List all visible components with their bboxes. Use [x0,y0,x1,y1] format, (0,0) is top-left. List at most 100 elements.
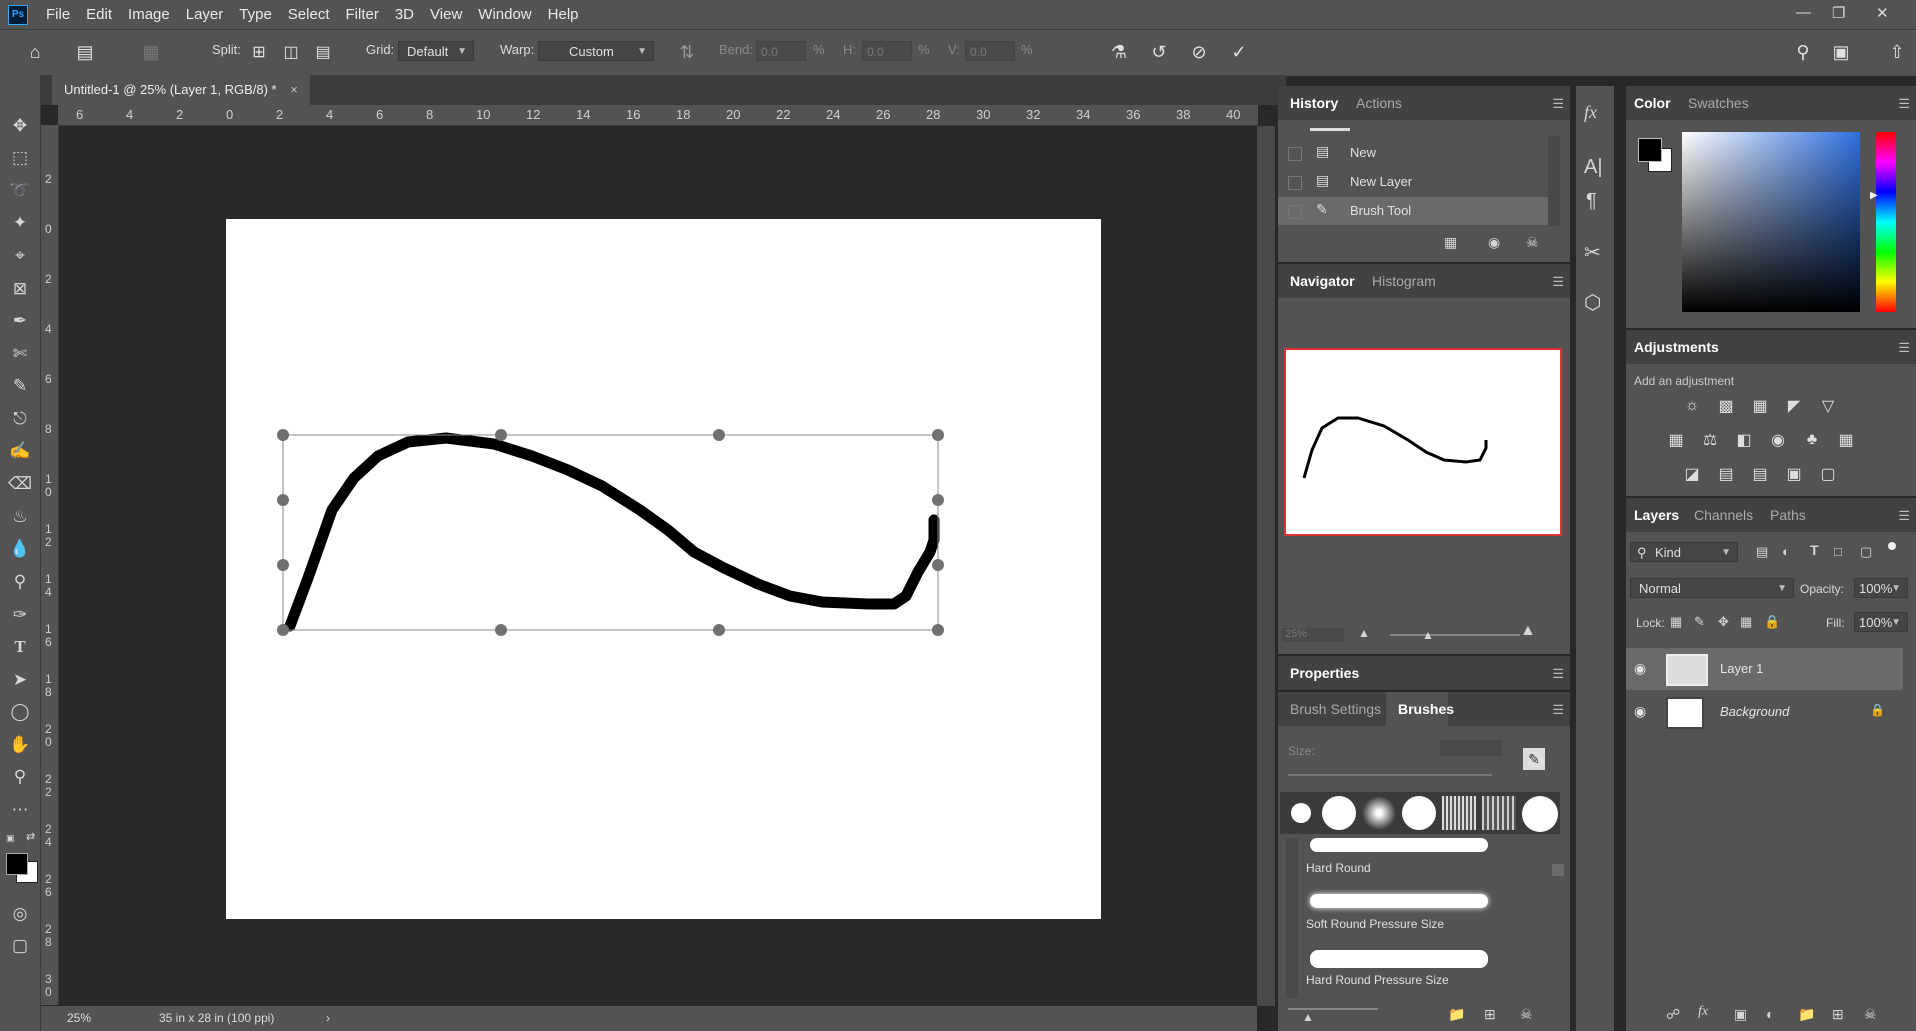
warp-handle[interactable] [495,429,507,441]
brush-preset-hard-round[interactable]: Hard Round [1306,834,1502,884]
brush-tip-texture[interactable] [1442,796,1476,830]
new-brush-icon[interactable]: ⊞ [1484,1006,1496,1023]
history-checkbox[interactable] [1288,147,1302,161]
warp-handle[interactable] [277,429,289,441]
invert-icon[interactable]: ◪ [1682,464,1702,484]
selective-color-icon[interactable]: ▣ [1784,464,1804,484]
photo-filter-icon[interactable]: ◉ [1768,430,1788,450]
brightness-contrast-icon[interactable]: ☼ [1682,396,1702,416]
tab-channels[interactable]: Channels [1694,507,1753,523]
3d-icon[interactable]: ⬡ [1584,290,1601,315]
history-item[interactable]: ▤ New [1278,139,1548,167]
brush-tip-hard-pressure[interactable] [1402,796,1436,830]
size-input[interactable] [1440,740,1502,756]
tab-color[interactable]: Color [1634,95,1671,111]
lock-image-icon[interactable]: ✎ [1694,614,1705,630]
add-mask-icon[interactable]: ▣ [1734,1006,1747,1023]
history-item[interactable]: ▤ New Layer [1278,168,1548,196]
panel-menu-icon[interactable]: ☰ [1552,666,1564,682]
exposure-icon[interactable]: ◤ [1784,396,1804,416]
layer-style-fx-icon[interactable]: fx [1698,1004,1708,1020]
channel-mixer-icon[interactable]: ♣ [1802,430,1822,450]
hue-saturation-icon[interactable]: ▦ [1666,430,1686,450]
warp-handle[interactable] [277,624,289,636]
threshold-icon[interactable]: ▤ [1750,464,1770,484]
filter-toggle-icon[interactable] [1888,542,1896,550]
levels-icon[interactable]: ▩ [1716,396,1736,416]
foreground-color-swatch[interactable] [1638,138,1662,162]
camera-icon[interactable]: ◉ [1488,234,1500,251]
trash-icon[interactable]: ☠ [1520,1006,1533,1023]
zoom-level[interactable]: 25% [67,1011,91,1025]
warp-handle[interactable] [495,624,507,636]
lock-transparent-icon[interactable]: ▦ [1670,614,1682,630]
brush-preset-hard-round-pressure[interactable]: Hard Round Pressure Size [1306,946,1502,996]
navigator-zoom-slider[interactable] [1390,634,1520,636]
trash-icon[interactable]: ☠ [1864,1006,1877,1023]
lock-artboard-icon[interactable]: ▦ [1740,614,1752,630]
panel-menu-icon[interactable]: ☰ [1898,340,1910,356]
tab-swatches[interactable]: Swatches [1688,95,1749,111]
warp-handle[interactable] [932,429,944,441]
new-document-from-state-icon[interactable]: ▦ [1444,234,1457,251]
color-balance-icon[interactable]: ⚖ [1700,430,1720,450]
brush-tip-hard[interactable] [1322,796,1356,830]
smart-object-filter-icon[interactable]: ▢ [1860,544,1872,560]
panel-menu-icon[interactable]: ☰ [1552,702,1564,718]
warp-handle[interactable] [932,559,944,571]
vibrance-icon[interactable]: ▽ [1818,396,1838,416]
adjustment-layer-icon[interactable]: ◐ [1766,1006,1774,1022]
tab-history[interactable]: History [1290,95,1338,111]
eye-icon[interactable]: ◉ [1634,703,1646,720]
styles-fx-icon[interactable]: fx [1584,102,1597,123]
lock-position-icon[interactable]: ✥ [1718,614,1729,630]
adjustment-filter-icon[interactable]: ◐ [1782,544,1790,559]
brush-list-scroll-thumb[interactable] [1552,864,1564,876]
posterize-icon[interactable]: ▤ [1716,464,1736,484]
tab-histogram[interactable]: Histogram [1372,273,1436,289]
size-slider[interactable] [1288,774,1492,776]
lock-all-icon[interactable]: 🔒 [1764,614,1780,630]
panel-menu-icon[interactable]: ☰ [1898,96,1910,112]
navigator-slider-thumb[interactable]: ▲ [1422,628,1434,642]
tool-presets-icon[interactable]: ✂ [1584,240,1601,265]
folder-icon[interactable]: 📁 [1448,1006,1465,1023]
warp-handle[interactable] [932,624,944,636]
type-filter-icon[interactable]: T [1810,542,1819,558]
history-checkbox[interactable] [1288,176,1302,190]
panel-menu-icon[interactable]: ☰ [1552,274,1564,290]
warp-handle[interactable] [277,559,289,571]
navigator-preview[interactable] [1284,348,1562,536]
zoom-in-icon[interactable]: ▲ [1520,622,1536,640]
layer-row[interactable]: ◉ Layer 1 [1626,648,1903,690]
panel-menu-icon[interactable]: ☰ [1552,96,1564,112]
gradient-map-icon[interactable]: ▢ [1818,464,1838,484]
new-layer-icon[interactable]: ⊞ [1832,1006,1844,1023]
history-scrollbar[interactable] [1548,136,1560,226]
brush-tip-large[interactable] [1522,796,1558,832]
brush-tip-texture[interactable] [1482,796,1516,830]
tab-adjustments[interactable]: Adjustments [1634,339,1719,355]
hue-slider-thumb[interactable]: ▶ [1870,190,1878,201]
black-white-icon[interactable]: ◧ [1734,430,1754,450]
tab-brushes[interactable]: Brushes [1398,701,1454,717]
layer-name[interactable]: Background [1720,704,1789,719]
tab-paths[interactable]: Paths [1770,507,1806,523]
color-picker-field[interactable] [1682,132,1860,312]
group-folder-icon[interactable]: 📁 [1798,1006,1815,1023]
warp-handle[interactable] [277,494,289,506]
pixel-filter-icon[interactable]: ▤ [1756,544,1768,560]
paragraph-icon[interactable]: ¶ [1586,190,1597,213]
layer-name[interactable]: Layer 1 [1720,661,1763,676]
eye-icon[interactable]: ◉ [1634,660,1646,677]
layer-filter-dropdown[interactable]: ⚲ Kind ▼ [1630,542,1738,562]
tab-brush-settings[interactable]: Brush Settings [1290,701,1381,717]
warp-handle[interactable] [713,624,725,636]
brush-tip-hard-small[interactable] [1291,803,1311,823]
warp-handle[interactable] [713,429,725,441]
panel-menu-icon[interactable]: ☰ [1898,508,1910,524]
brush-tip-soft[interactable] [1362,796,1396,830]
curves-icon[interactable]: ▦ [1750,396,1770,416]
history-item[interactable]: ✎ Brush Tool [1278,197,1548,225]
layer-row[interactable]: ◉ Background 🔒 [1626,691,1903,733]
